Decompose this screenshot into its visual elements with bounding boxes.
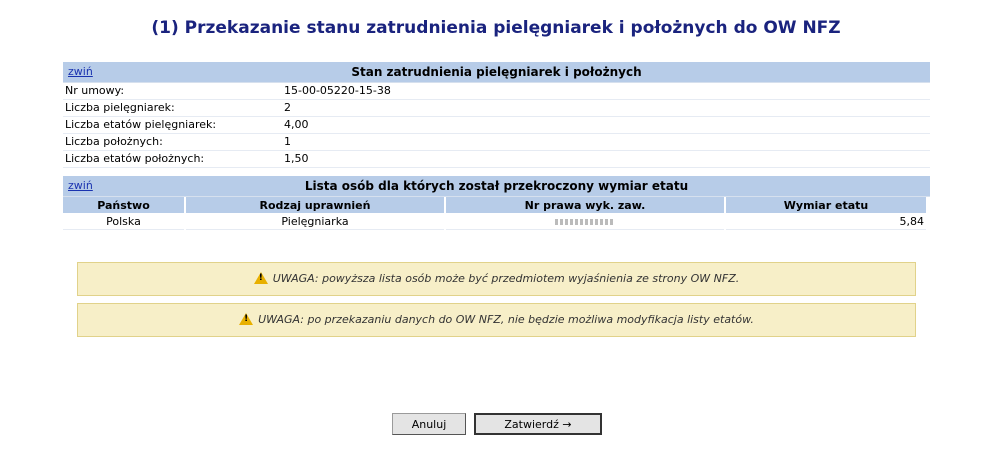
kv-row-contract: Nr umowy: 15-00-05220-15-38: [63, 83, 930, 100]
kv-row-nurse-fte: Liczba etatów pielęgniarek: 4,00: [63, 117, 930, 134]
section-title-status: Stan zatrudnienia pielęgniarek i położny…: [351, 65, 642, 79]
section-title-exceeded: Lista osób dla których został przekroczo…: [304, 179, 689, 193]
kv-value: 1: [284, 135, 291, 148]
kv-row-nurses: Liczba pielęgniarek: 2: [63, 100, 930, 117]
cell-license: [446, 213, 724, 230]
warning-icon: [239, 313, 254, 325]
kv-value: 15-00-05220-15-38: [284, 84, 391, 97]
warning-box-review: UWAGA: powyższa lista osób może być prze…: [77, 262, 916, 296]
cell-fte: 5,84: [726, 213, 926, 230]
exceeded-fte-table: Państwo Rodzaj uprawnień Nr prawa wyk. z…: [61, 197, 928, 230]
cell-country: Polska: [63, 213, 184, 230]
column-header-license: Nr prawa wyk. zaw.: [446, 197, 724, 213]
kv-row-midwife-fte: Liczba etatów położnych: 1,50: [63, 151, 930, 168]
kv-value: 4,00: [284, 118, 309, 131]
confirm-button[interactable]: Zatwierdź →: [474, 413, 602, 435]
kv-value: 2: [284, 101, 291, 114]
page-title: (1) Przekazanie stanu zatrudnienia pielę…: [151, 18, 841, 38]
column-header-fte: Wymiar etatu: [726, 197, 926, 213]
employment-status-header: zwiń Stan zatrudnienia pielęgniarek i po…: [63, 62, 930, 83]
cell-type: Pielęgniarka: [186, 213, 444, 230]
kv-row-midwives: Liczba położnych: 1: [63, 134, 930, 151]
warning-icon: [253, 272, 268, 284]
kv-label: Liczba położnych:: [65, 135, 163, 148]
kv-label: Liczba pielęgniarek:: [65, 101, 175, 114]
warning-box-no-modify: UWAGA: po przekazaniu danych do OW NFZ, …: [77, 303, 916, 337]
confirm-button-label: Zatwierdź →: [504, 417, 572, 431]
cancel-button-label: Anuluj: [411, 417, 447, 431]
kv-label: Liczba etatów położnych:: [65, 152, 205, 165]
table-row: Polska Pielęgniarka 5,84: [63, 213, 926, 230]
column-header-country: Państwo: [63, 197, 184, 213]
column-header-type: Rodzaj uprawnień: [186, 197, 444, 213]
cancel-button[interactable]: Anuluj: [392, 413, 466, 435]
kv-label: Nr umowy:: [65, 84, 125, 97]
redacted-license: [555, 218, 615, 225]
exceeded-fte-header: zwiń Lista osób dla których został przek…: [63, 176, 930, 197]
kv-value: 1,50: [284, 152, 309, 165]
employment-status-panel: zwiń Stan zatrudnienia pielęgniarek i po…: [63, 62, 930, 168]
warning-text: UWAGA: powyższa lista osób może być prze…: [272, 272, 740, 285]
warning-text: UWAGA: po przekazaniu danych do OW NFZ, …: [258, 313, 754, 326]
exceeded-fte-panel: zwiń Lista osób dla których został przek…: [63, 176, 930, 230]
kv-label: Liczba etatów pielęgniarek:: [65, 118, 217, 131]
